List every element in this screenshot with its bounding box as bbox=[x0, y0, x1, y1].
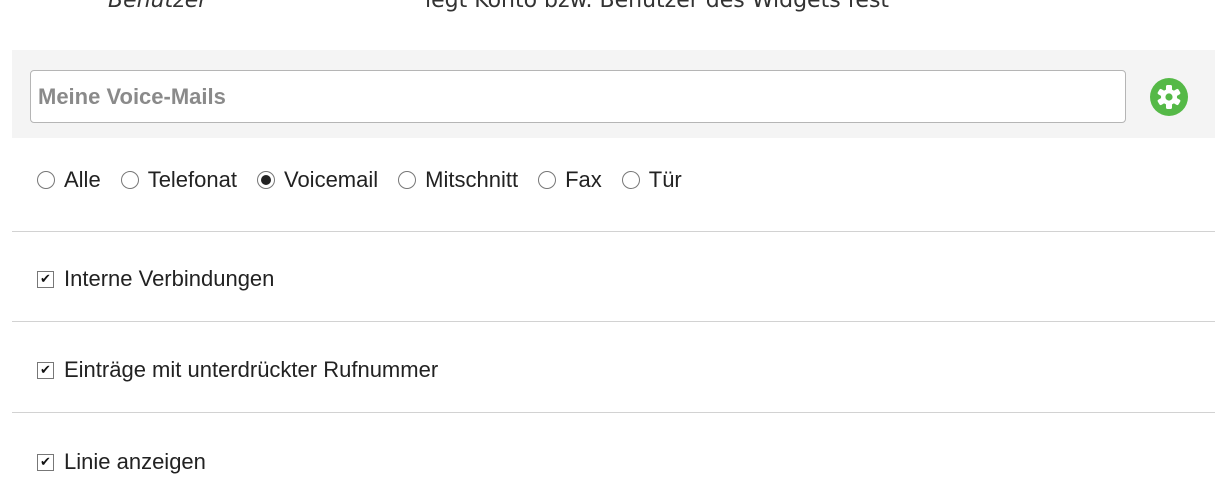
radio-alle[interactable]: Alle bbox=[37, 167, 101, 193]
divider bbox=[12, 321, 1215, 322]
radio-mitschnitt[interactable]: Mitschnitt bbox=[398, 167, 518, 193]
radio-label: Fax bbox=[565, 167, 602, 192]
cutoff-right-description: legt Konto bzw. Benutzer des Widgets fes… bbox=[425, 0, 890, 13]
radio-fax[interactable]: Fax bbox=[538, 167, 602, 193]
call-type-filter: Alle Telefonat Voicemail Mitschnitt Fax … bbox=[37, 158, 702, 202]
divider bbox=[12, 412, 1215, 413]
gear-icon bbox=[1157, 85, 1181, 109]
checkbox-label: Interne Verbindungen bbox=[64, 266, 275, 291]
radio-circle[interactable] bbox=[256, 171, 275, 189]
radio-label: Voicemail bbox=[283, 167, 379, 192]
checkbox-box[interactable]: ✔ bbox=[37, 361, 54, 379]
checkbox-box[interactable]: ✔ bbox=[37, 453, 54, 471]
radio-circle[interactable] bbox=[538, 171, 557, 189]
settings-button[interactable] bbox=[1150, 78, 1188, 116]
radio-circle[interactable] bbox=[37, 171, 55, 189]
radio-circle[interactable] bbox=[120, 171, 139, 189]
divider bbox=[12, 231, 1215, 232]
radio-label: Telefonat bbox=[147, 167, 237, 192]
radio-circle[interactable] bbox=[621, 171, 640, 189]
cutoff-header-text: Benutzer legt Konto bzw. Benutzer des Wi… bbox=[0, 0, 1215, 18]
radio-circle[interactable] bbox=[398, 171, 417, 189]
checkbox-linie-anzeigen[interactable]: ✔ Linie anzeigen bbox=[37, 442, 206, 482]
checkbox-label: Linie anzeigen bbox=[64, 449, 206, 474]
checkbox-label: Einträge mit unterdrückter Rufnummer bbox=[64, 357, 439, 382]
widget-header-bar bbox=[12, 50, 1215, 138]
radio-label: Mitschnitt bbox=[425, 167, 519, 192]
widget-title-input[interactable] bbox=[30, 70, 1126, 123]
radio-label: Alle bbox=[64, 167, 101, 192]
radio-voicemail[interactable]: Voicemail bbox=[256, 167, 379, 193]
radio-tuer[interactable]: Tür bbox=[621, 167, 682, 193]
checkbox-unterdrueckte-rufnummer[interactable]: ✔ Einträge mit unterdrückter Rufnummer bbox=[37, 350, 438, 390]
radio-label: Tür bbox=[648, 167, 682, 192]
checkbox-box[interactable]: ✔ bbox=[37, 270, 54, 288]
cutoff-left-label: Benutzer bbox=[108, 0, 208, 13]
checkbox-interne-verbindungen[interactable]: ✔ Interne Verbindungen bbox=[37, 259, 274, 299]
radio-telefonat[interactable]: Telefonat bbox=[120, 167, 237, 193]
